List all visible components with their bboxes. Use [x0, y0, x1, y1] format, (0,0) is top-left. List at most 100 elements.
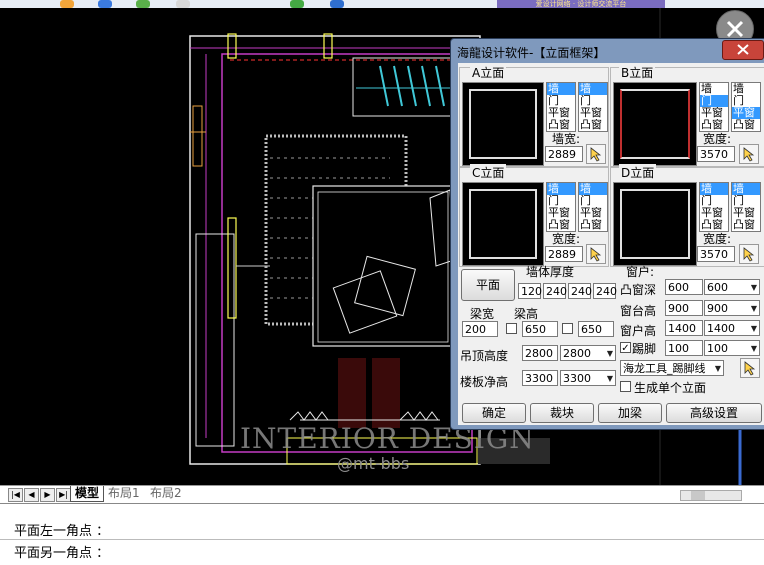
command-window[interactable]: 平面左一角点 ： 平面另一角点 ： [0, 503, 764, 565]
list-item[interactable]: 门 [732, 195, 760, 207]
panel-a-width-input[interactable]: 2889 [545, 146, 583, 162]
elevation-frame-dialog: 海龍设计软件-【立面框架】 A立面 墙 门 平窗 凸窗 墙 门 平窗 凸窗 墙宽… [450, 38, 764, 430]
list-item[interactable]: 墙 [579, 83, 607, 95]
ok-button[interactable]: 确定 [462, 403, 526, 423]
list-item[interactable]: 墙 [700, 183, 728, 195]
skirting-select[interactable]: 100 [704, 340, 760, 357]
ceiling-height-input[interactable]: 2800 [522, 345, 558, 361]
panel-b-pick-button[interactable] [739, 144, 759, 164]
clip-block-button[interactable]: 裁块 [530, 403, 594, 423]
skirting-label: 踢脚 [632, 342, 657, 356]
list-item[interactable]: 墙 [547, 183, 575, 195]
list-item[interactable]: 平窗 [732, 207, 760, 219]
bay-depth-input[interactable]: 600 [665, 279, 703, 295]
beam-height-input-2[interactable]: 650 [578, 321, 614, 337]
list-item[interactable]: 凸窗 [579, 219, 607, 231]
list-item[interactable]: 门 [700, 195, 728, 207]
tool-select[interactable]: 海龙工具_踢脚线 [620, 360, 724, 377]
beam-height-checkbox-1[interactable] [506, 323, 517, 334]
beam-width-input[interactable]: 200 [462, 321, 498, 337]
list-item[interactable]: 墙 [579, 183, 607, 195]
tab-layout1[interactable]: 布局1 [104, 486, 144, 501]
list-item[interactable]: 门 [547, 195, 575, 207]
list-item[interactable]: 墙 [732, 183, 760, 195]
wall-thickness-input-2[interactable]: 240 [543, 283, 567, 299]
list-item[interactable]: 平窗 [547, 207, 575, 219]
ad-banner[interactable]: 爱设计网络 · 设计师交流平台 [497, 0, 665, 8]
wall-thickness-input-1[interactable]: 120 [518, 283, 542, 299]
list-item[interactable]: 平窗 [579, 107, 607, 119]
list-item[interactable]: 门 [700, 95, 728, 107]
beam-height-label: 梁高 [514, 307, 539, 321]
wall-thickness-input-4[interactable]: 240 [593, 283, 617, 299]
panel-c-pick-button[interactable] [586, 244, 606, 264]
tab-model[interactable]: 模型 [70, 486, 105, 502]
add-beam-button[interactable]: 加梁 [598, 403, 662, 423]
wall-thickness-label: 墙体厚度 [526, 265, 575, 279]
list-item[interactable]: 门 [547, 95, 575, 107]
list-item[interactable]: 墙 [700, 83, 728, 95]
panel-b-list1[interactable]: 墙 门 平窗 凸窗 [699, 82, 729, 132]
list-item[interactable]: 凸窗 [732, 219, 760, 231]
panel-d-pick-button[interactable] [739, 244, 759, 264]
horizontal-scrollbar[interactable] [680, 490, 742, 501]
advanced-settings-button[interactable]: 高级设置 [666, 403, 762, 423]
bay-depth-select[interactable]: 600 [704, 279, 760, 296]
ceiling-height-select[interactable]: 2800 [560, 345, 616, 362]
dialog-body: A立面 墙 门 平窗 凸窗 墙 门 平窗 凸窗 墙宽: 2889 B立面 墙 门… [458, 63, 764, 425]
app-icon[interactable] [330, 0, 344, 8]
list-item[interactable]: 门 [579, 95, 607, 107]
panel-a-list1[interactable]: 墙 门 平窗 凸窗 [546, 82, 576, 132]
list-item[interactable]: 墙 [547, 83, 575, 95]
list-item[interactable]: 平窗 [547, 107, 575, 119]
tool-pick-button[interactable] [740, 358, 760, 378]
app-icon[interactable] [98, 0, 112, 8]
panel-b-width-label: 宽度: [703, 132, 732, 146]
single-elevation-checkbox[interactable] [620, 381, 631, 392]
next-tab-button[interactable]: ▶ [40, 488, 55, 502]
sill-height-input[interactable]: 900 [665, 300, 703, 316]
skirting-checkbox[interactable]: ✓ [620, 342, 631, 354]
panel-c-width-input[interactable]: 2889 [545, 246, 583, 262]
floor-height-select[interactable]: 3300 [560, 370, 616, 387]
list-item[interactable]: 凸窗 [579, 119, 607, 131]
list-item[interactable]: 平窗 [700, 207, 728, 219]
panel-c-list2[interactable]: 墙 门 平窗 凸窗 [578, 182, 608, 232]
floor-height-input[interactable]: 3300 [522, 370, 558, 386]
panel-a-list2[interactable]: 墙 门 平窗 凸窗 [578, 82, 608, 132]
dialog-close-button[interactable] [722, 40, 764, 60]
panel-c-list1[interactable]: 墙 门 平窗 凸窗 [546, 182, 576, 232]
window-height-select[interactable]: 1400 [704, 320, 760, 337]
panel-b-list2[interactable]: 墙 门 平窗 凸窗 [731, 82, 761, 132]
panel-a-pick-button[interactable] [586, 144, 606, 164]
app-icon[interactable] [176, 0, 190, 8]
list-item[interactable]: 门 [732, 95, 760, 107]
panel-d-list2[interactable]: 墙 门 平窗 凸窗 [731, 182, 761, 232]
skirting-input[interactable]: 100 [665, 340, 703, 356]
panel-a-preview [462, 82, 544, 166]
plan-button[interactable]: 平面 [461, 269, 515, 301]
app-icon[interactable] [136, 0, 150, 8]
wall-thickness-input-3[interactable]: 240 [568, 283, 592, 299]
list-item[interactable]: 平窗 [700, 107, 728, 119]
beam-height-input-1[interactable]: 650 [522, 321, 558, 337]
panel-b-width-input[interactable]: 3570 [697, 146, 735, 162]
list-item[interactable]: 平窗 [579, 207, 607, 219]
last-tab-button[interactable]: ▶| [56, 488, 71, 502]
panel-d-list1[interactable]: 墙 门 平窗 凸窗 [699, 182, 729, 232]
cursor-pick-icon [743, 147, 755, 162]
list-item[interactable]: 平窗 [732, 107, 760, 119]
app-icon[interactable] [290, 0, 304, 8]
app-icon[interactable] [60, 0, 74, 8]
beam-width-label: 梁宽 [470, 307, 495, 321]
prev-tab-button[interactable]: ◀ [24, 488, 39, 502]
panel-d-width-input[interactable]: 3570 [697, 246, 735, 262]
list-item[interactable]: 墙 [732, 83, 760, 95]
window-height-input[interactable]: 1400 [665, 320, 703, 336]
tab-layout2[interactable]: 布局2 [146, 486, 186, 501]
list-item[interactable]: 凸窗 [732, 119, 760, 131]
list-item[interactable]: 门 [579, 195, 607, 207]
first-tab-button[interactable]: |◀ [8, 488, 23, 502]
beam-height-checkbox-2[interactable] [562, 323, 573, 334]
sill-height-select[interactable]: 900 [704, 300, 760, 317]
